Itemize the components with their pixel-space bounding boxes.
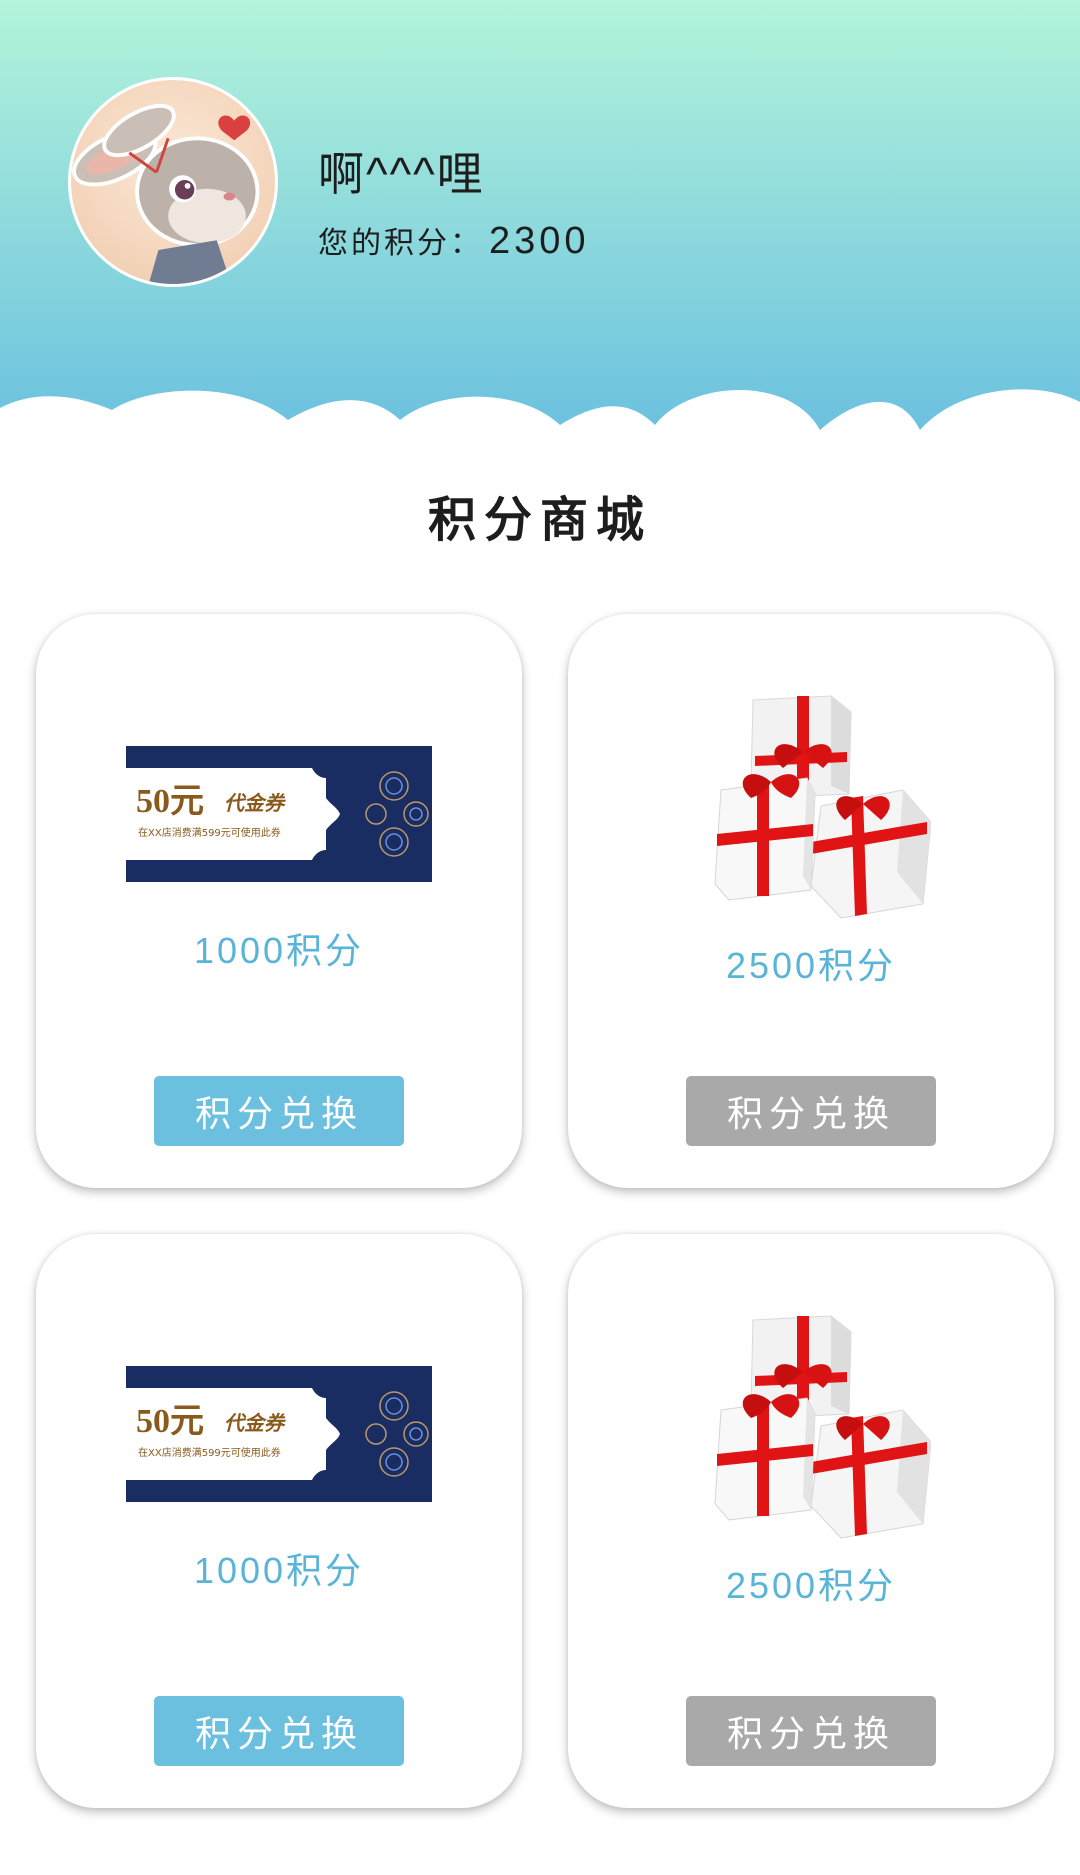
voucher-note-text: 在XX店消费满599元可使用此券	[138, 1446, 281, 1459]
voucher-amount-text: 50元	[136, 1403, 204, 1440]
product-grid: 50元 代金券 在XX店消费满599元可使用此券 1000积分 积分兑换 250…	[36, 614, 1054, 1808]
redeem-button[interactable]: 积分兑换	[686, 1076, 936, 1146]
bunny-avatar-icon	[72, 103, 260, 284]
product-card-gift[interactable]: 2500积分 积分兑换	[568, 1234, 1054, 1808]
profile-header: 啊^^^哩 您的积分： 2300	[0, 0, 1080, 430]
gift-boxes-image	[714, 1315, 931, 1539]
item-price: 2500积分	[725, 1565, 897, 1606]
voucher-image: 50元 代金券 在XX店消费满599元可使用此券	[126, 1366, 432, 1502]
voucher-amount-text: 50元	[136, 783, 204, 820]
avatar[interactable]	[68, 77, 278, 287]
points-label: 您的积分：	[318, 227, 483, 260]
points-value: 2300	[489, 220, 590, 262]
item-price: 1000积分	[193, 1550, 365, 1591]
item-price: 1000积分	[193, 930, 365, 971]
voucher-title-text: 代金券	[224, 791, 286, 815]
voucher-title-text: 代金券	[224, 1411, 286, 1435]
product-card-voucher[interactable]: 50元 代金券 在XX店消费满599元可使用此券 1000积分 积分兑换	[36, 1234, 522, 1808]
redeem-button[interactable]: 积分兑换	[686, 1696, 936, 1766]
page-title: 积分商城	[427, 494, 652, 547]
voucher-note-text: 在XX店消费满599元可使用此券	[138, 826, 281, 839]
product-card-gift[interactable]: 2500积分 积分兑换	[568, 614, 1054, 1188]
redeem-button[interactable]: 积分兑换	[154, 1696, 404, 1766]
voucher-image: 50元 代金券 在XX店消费满599元可使用此券	[126, 746, 432, 882]
item-price: 2500积分	[725, 945, 897, 986]
points-summary: 您的积分： 2300	[318, 218, 590, 263]
redeem-button[interactable]: 积分兑换	[154, 1076, 404, 1146]
product-card-voucher[interactable]: 50元 代金券 在XX店消费满599元可使用此券 1000积分 积分兑换	[36, 614, 522, 1188]
gift-boxes-image	[714, 695, 931, 919]
username: 啊^^^哩	[318, 148, 485, 200]
